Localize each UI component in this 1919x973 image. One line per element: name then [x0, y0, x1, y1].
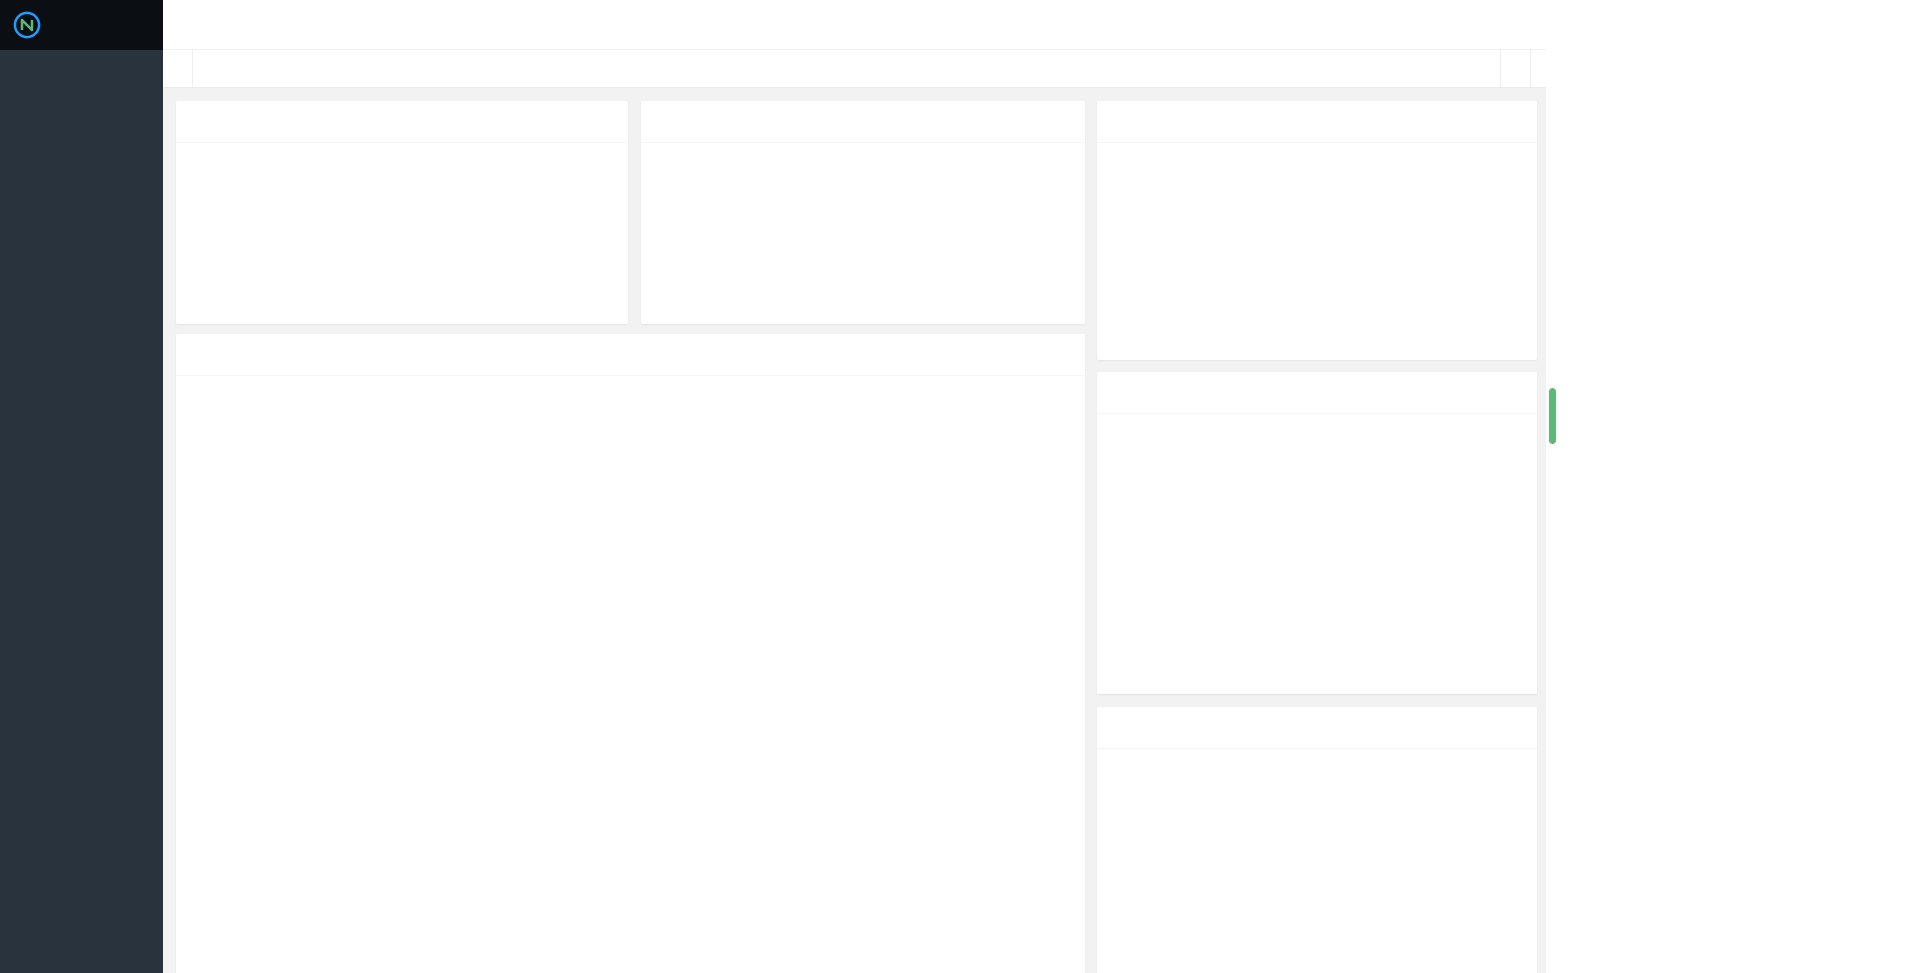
- version-card: [1097, 372, 1537, 694]
- author-message-body: [1097, 749, 1537, 769]
- stats-card: [176, 101, 628, 324]
- quick-card-header: [641, 101, 1085, 143]
- page-tabs: [193, 50, 1500, 87]
- announcement-list: [1097, 143, 1537, 155]
- announce-card-header: [1097, 101, 1537, 143]
- stats-grid: [176, 143, 628, 169]
- version-card-header: [1097, 372, 1537, 414]
- stats-card-header: [176, 101, 628, 143]
- report-card-header: [176, 334, 1085, 376]
- chart-legend: [176, 384, 1085, 418]
- logo[interactable]: [0, 0, 163, 50]
- viewport: [0, 0, 1919, 973]
- scrollbar-thumb[interactable]: [1549, 388, 1556, 444]
- author-card-header: [1097, 707, 1537, 749]
- announcement-card: [1097, 101, 1537, 360]
- tabs-scroll-left-icon[interactable]: [163, 50, 193, 87]
- quick-entry-card: [641, 101, 1085, 324]
- logo-icon: [12, 10, 42, 40]
- author-card: [1097, 707, 1537, 973]
- app-window: [0, 0, 1560, 973]
- quick-grid: [641, 143, 1085, 169]
- tab-bar: [163, 50, 1560, 88]
- tabs-scroll-right-icon[interactable]: [1500, 50, 1530, 87]
- main-content: [163, 88, 1546, 973]
- top-header: [163, 0, 1560, 50]
- scrollbar-track[interactable]: [1546, 0, 1560, 973]
- sidebar: [0, 50, 163, 973]
- report-card: [176, 334, 1085, 973]
- report-line-chart: [176, 418, 1085, 786]
